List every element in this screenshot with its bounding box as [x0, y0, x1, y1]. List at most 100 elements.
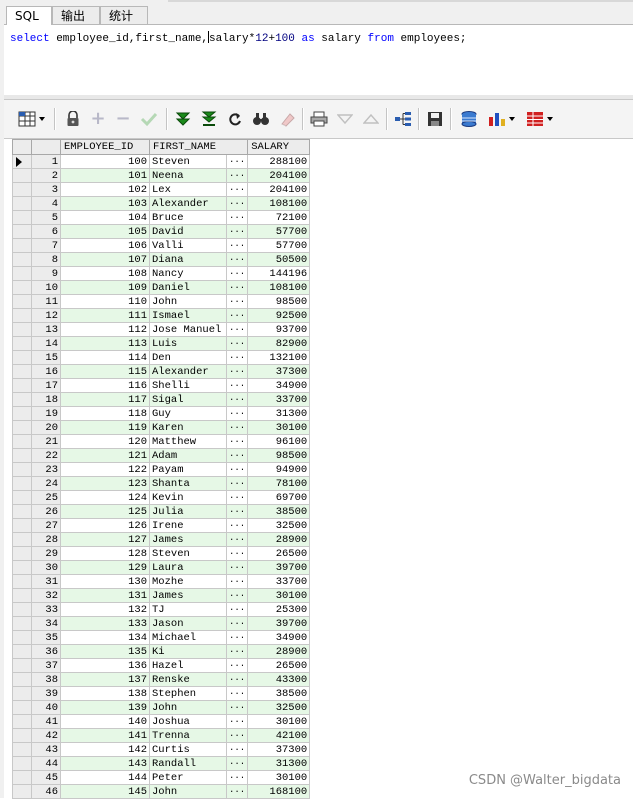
- cell-salary[interactable]: 69700: [247, 490, 311, 505]
- cell-employee-id[interactable]: 115: [60, 364, 150, 379]
- cell-salary[interactable]: 50500: [247, 252, 311, 267]
- row-indicator[interactable]: [12, 434, 32, 449]
- row-indicator[interactable]: [12, 448, 32, 463]
- refresh-icon[interactable]: [226, 110, 244, 128]
- cell-first-name[interactable]: Alexander: [149, 364, 227, 379]
- cell-edit-button[interactable]: ···: [225, 490, 249, 505]
- row-indicator[interactable]: [12, 196, 32, 211]
- table-row[interactable]: 25 124 Kevin ··· 69700: [12, 490, 311, 505]
- cell-first-name[interactable]: John: [149, 700, 227, 715]
- lock-icon[interactable]: [64, 110, 82, 128]
- cell-first-name[interactable]: Payam: [149, 462, 227, 477]
- table-row[interactable]: 29 128 Steven ··· 26500: [12, 546, 311, 561]
- print-icon[interactable]: [310, 110, 328, 128]
- cell-first-name[interactable]: Renske: [149, 672, 227, 687]
- row-indicator[interactable]: [12, 518, 32, 533]
- next-page-icon[interactable]: [174, 110, 192, 128]
- cell-employee-id[interactable]: 104: [60, 210, 150, 225]
- table-row[interactable]: 22 121 Adam ··· 98500: [12, 448, 311, 463]
- cell-employee-id[interactable]: 107: [60, 252, 150, 267]
- cell-edit-button[interactable]: ···: [225, 658, 249, 673]
- row-indicator[interactable]: [12, 532, 32, 547]
- cell-salary[interactable]: 132100: [247, 350, 311, 365]
- cell-employee-id[interactable]: 119: [60, 420, 150, 435]
- table-row[interactable]: 19 118 Guy ··· 31300: [12, 406, 311, 421]
- cell-salary[interactable]: 33700: [247, 574, 311, 589]
- export-icon[interactable]: [460, 110, 478, 128]
- cell-edit-button[interactable]: ···: [225, 378, 249, 393]
- cell-salary[interactable]: 42100: [247, 728, 311, 743]
- cell-edit-button[interactable]: ···: [225, 406, 249, 421]
- cell-employee-id[interactable]: 105: [60, 224, 150, 239]
- cell-employee-id[interactable]: 139: [60, 700, 150, 715]
- cell-salary[interactable]: 93700: [247, 322, 311, 337]
- table-row[interactable]: 24 123 Shanta ··· 78100: [12, 476, 311, 491]
- row-indicator[interactable]: [12, 784, 32, 799]
- row-indicator[interactable]: [12, 266, 32, 281]
- cell-salary[interactable]: 43300: [247, 672, 311, 687]
- tree-icon[interactable]: [394, 110, 412, 128]
- cell-employee-id[interactable]: 100: [60, 154, 150, 169]
- cell-salary[interactable]: 30100: [247, 714, 311, 729]
- table-row[interactable]: 14 113 Luis ··· 82900: [12, 336, 311, 351]
- cell-edit-button[interactable]: ···: [225, 434, 249, 449]
- cell-employee-id[interactable]: 112: [60, 322, 150, 337]
- cell-employee-id[interactable]: 116: [60, 378, 150, 393]
- cell-edit-button[interactable]: ···: [225, 588, 249, 603]
- cell-employee-id[interactable]: 121: [60, 448, 150, 463]
- table-row[interactable]: 18 117 Sigal ··· 33700: [12, 392, 311, 407]
- column-header-first-name[interactable]: FIRST_NAME: [148, 139, 249, 155]
- cell-edit-button[interactable]: ···: [225, 280, 249, 295]
- cell-edit-button[interactable]: ···: [225, 518, 249, 533]
- cell-edit-button[interactable]: ···: [225, 532, 249, 547]
- cell-salary[interactable]: 26500: [247, 658, 311, 673]
- row-indicator[interactable]: [12, 602, 32, 617]
- table-row[interactable]: 30 129 Laura ··· 39700: [12, 560, 311, 575]
- cell-employee-id[interactable]: 102: [60, 182, 150, 197]
- cell-first-name[interactable]: Alexander: [149, 196, 227, 211]
- cell-first-name[interactable]: Sigal: [149, 392, 227, 407]
- cell-salary[interactable]: 26500: [247, 546, 311, 561]
- cell-salary[interactable]: 92500: [247, 308, 311, 323]
- row-indicator[interactable]: [12, 210, 32, 225]
- clear-icon[interactable]: [278, 110, 296, 128]
- table-row[interactable]: 4 103 Alexander ··· 108100: [12, 196, 311, 211]
- row-indicator[interactable]: [12, 714, 32, 729]
- cell-salary[interactable]: 34900: [247, 630, 311, 645]
- row-indicator[interactable]: [12, 546, 32, 561]
- row-indicator[interactable]: [12, 462, 32, 477]
- cell-employee-id[interactable]: 111: [60, 308, 150, 323]
- table-row[interactable]: 23 122 Payam ··· 94900: [12, 462, 311, 477]
- row-indicator[interactable]: [12, 742, 32, 757]
- cell-employee-id[interactable]: 131: [60, 588, 150, 603]
- cell-edit-button[interactable]: ···: [225, 210, 249, 225]
- table-row[interactable]: 43 142 Curtis ··· 37300: [12, 742, 311, 757]
- cell-edit-button[interactable]: ···: [225, 238, 249, 253]
- cell-first-name[interactable]: James: [149, 588, 227, 603]
- cell-salary[interactable]: 72100: [247, 210, 311, 225]
- cell-first-name[interactable]: Stephen: [149, 686, 227, 701]
- cell-edit-button[interactable]: ···: [225, 672, 249, 687]
- cell-employee-id[interactable]: 129: [60, 560, 150, 575]
- table-row[interactable]: 6 105 David ··· 57700: [12, 224, 311, 239]
- cell-employee-id[interactable]: 110: [60, 294, 150, 309]
- table-row[interactable]: 2 101 Neena ··· 204100: [12, 168, 311, 183]
- row-indicator[interactable]: [12, 686, 32, 701]
- grid-menu-icon[interactable]: [18, 110, 45, 128]
- cell-edit-button[interactable]: ···: [225, 728, 249, 743]
- row-indicator[interactable]: [12, 420, 32, 435]
- sql-editor[interactable]: select employee_id,first_name,salary*12+…: [4, 25, 633, 96]
- cell-employee-id[interactable]: 134: [60, 630, 150, 645]
- cell-first-name[interactable]: Karen: [149, 420, 227, 435]
- row-indicator[interactable]: [12, 182, 32, 197]
- cell-edit-button[interactable]: ···: [225, 616, 249, 631]
- row-indicator[interactable]: [12, 392, 32, 407]
- cell-employee-id[interactable]: 117: [60, 392, 150, 407]
- cell-employee-id[interactable]: 118: [60, 406, 150, 421]
- cell-edit-button[interactable]: ···: [225, 364, 249, 379]
- cell-salary[interactable]: 32500: [247, 518, 311, 533]
- cell-salary[interactable]: 144196: [247, 266, 311, 281]
- table-row[interactable]: 39 138 Stephen ··· 38500: [12, 686, 311, 701]
- table-row[interactable]: 9 108 Nancy ··· 144196: [12, 266, 311, 281]
- row-indicator[interactable]: [12, 630, 32, 645]
